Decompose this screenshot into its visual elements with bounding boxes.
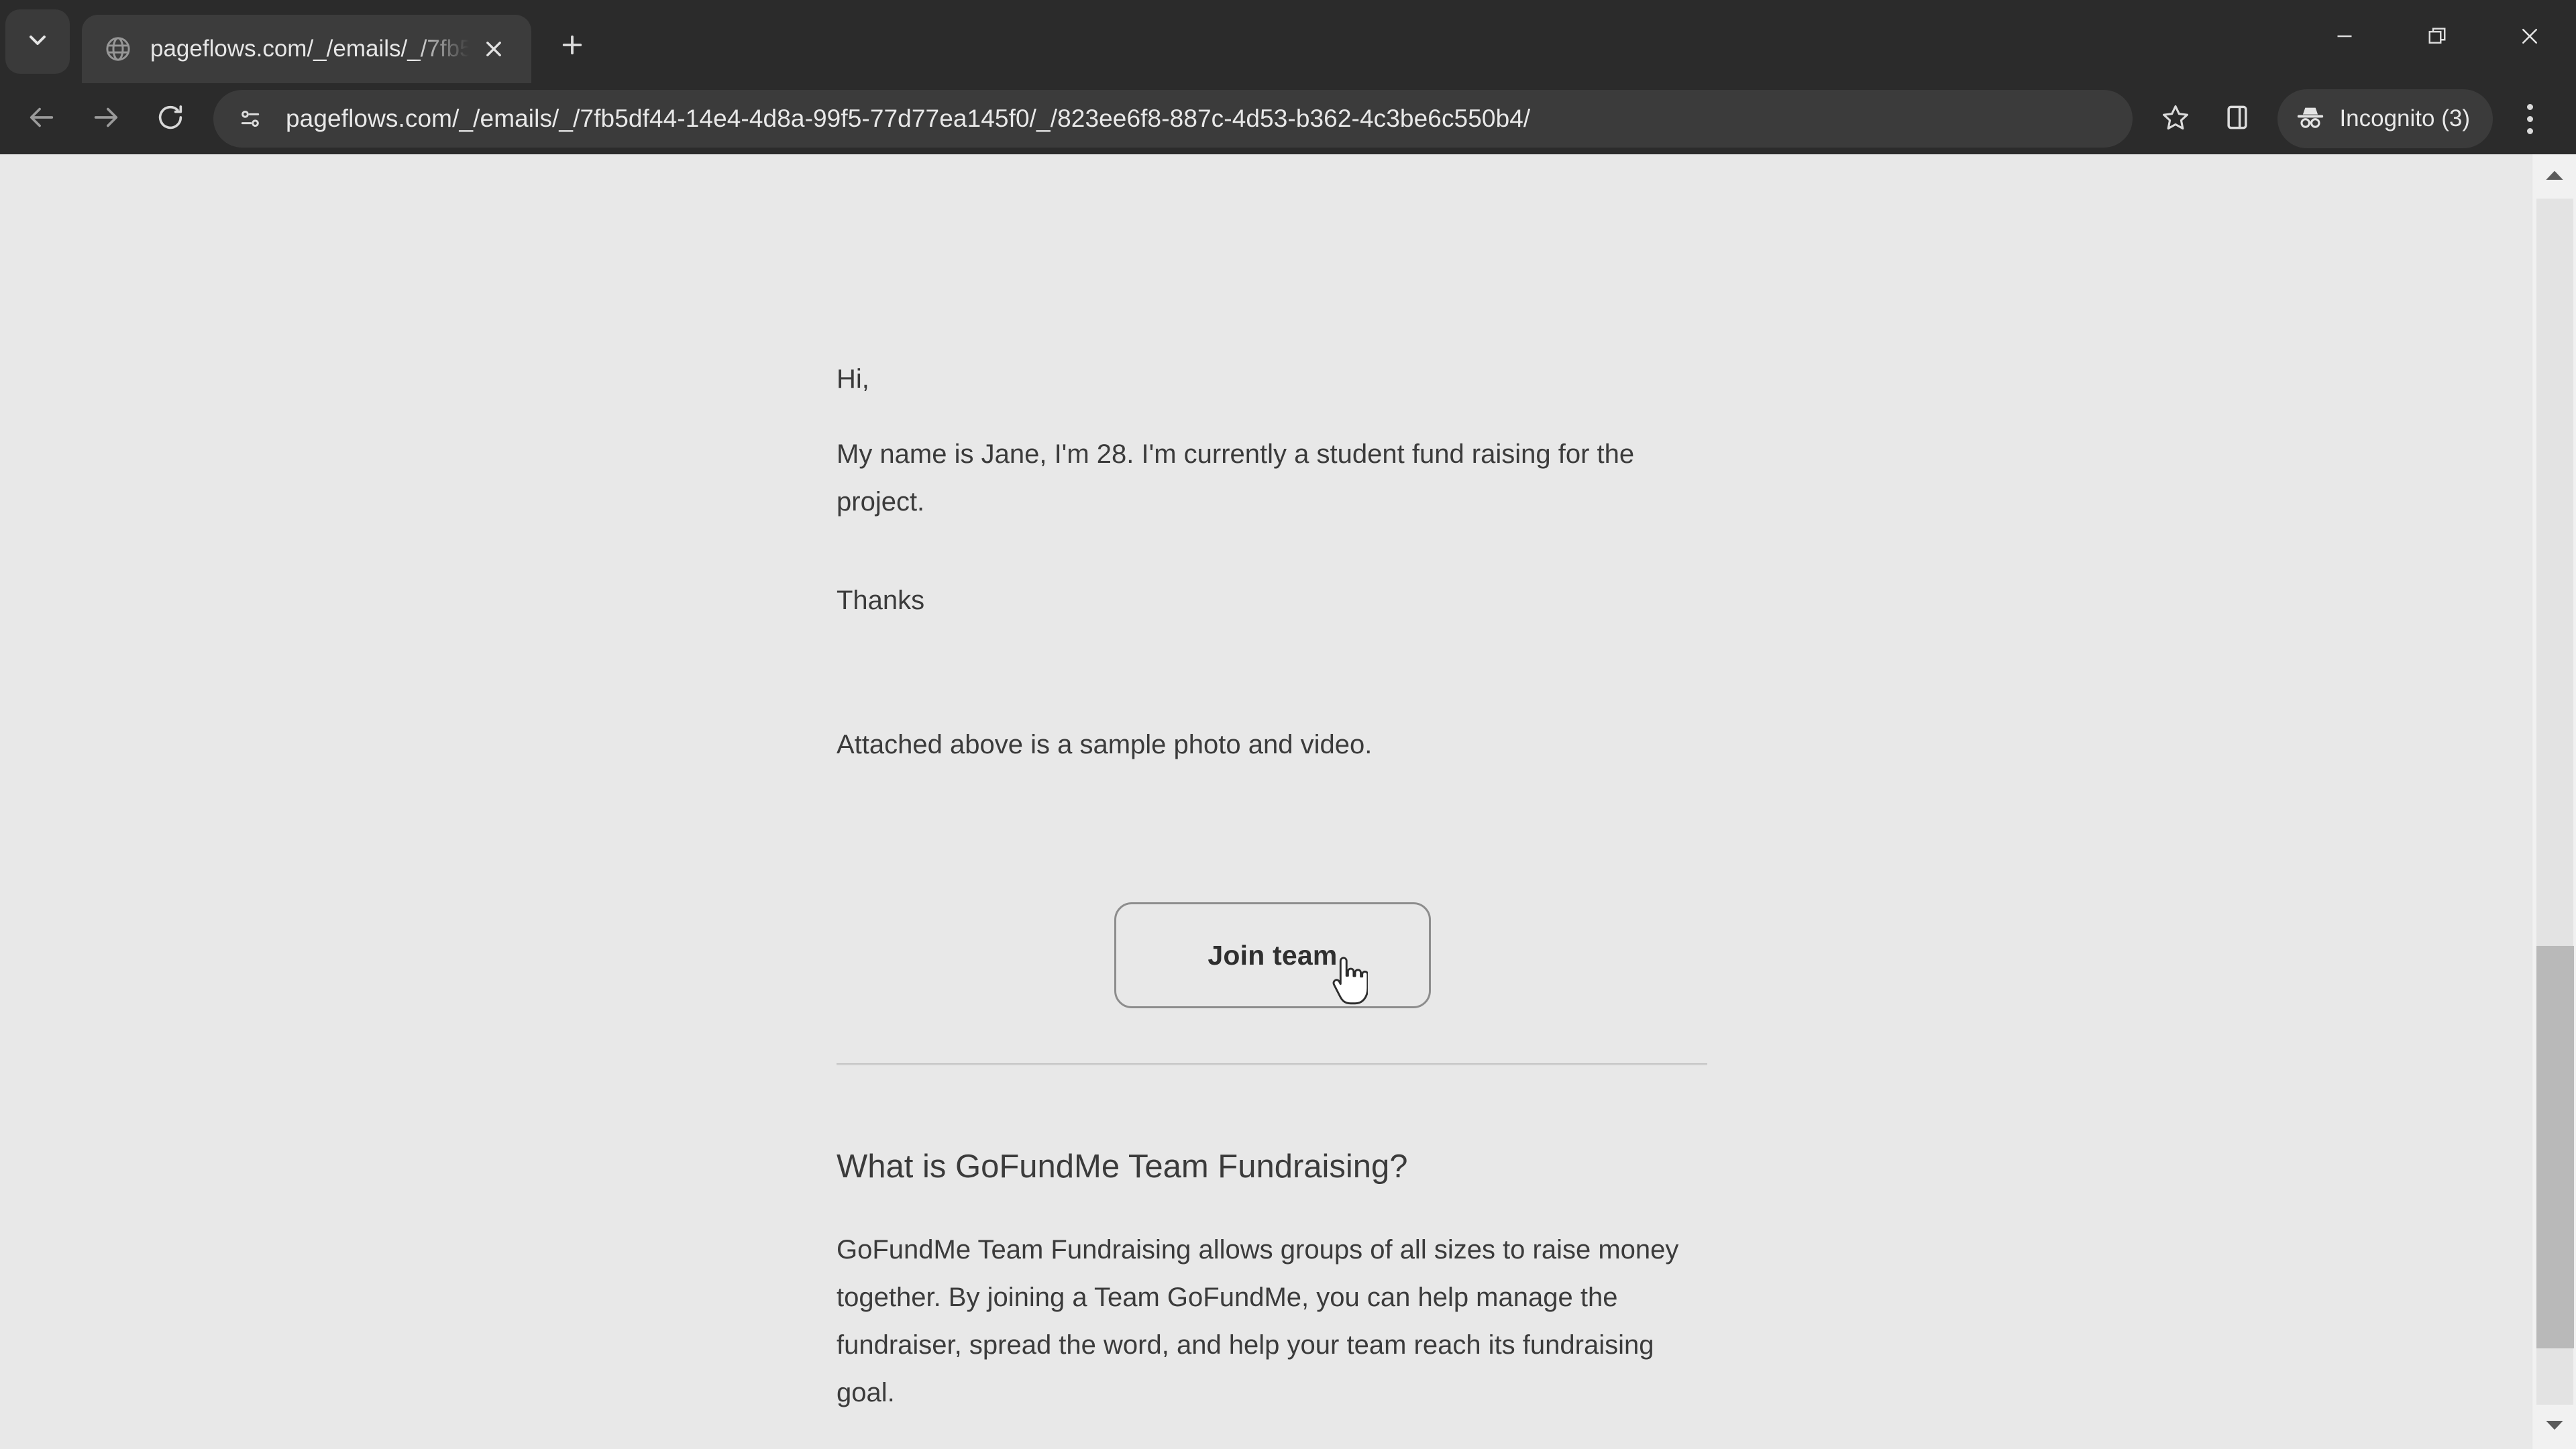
three-dot-menu-icon	[2526, 127, 2533, 134]
tab-search-button[interactable]	[5, 9, 70, 74]
browser-tab[interactable]: pageflows.com/_/emails/_/7fb5	[82, 15, 531, 83]
incognito-icon	[2295, 102, 2326, 136]
window-close-button[interactable]	[2483, 0, 2576, 75]
three-dot-menu-icon	[2526, 115, 2533, 122]
site-settings-icon[interactable]	[229, 98, 271, 140]
scroll-down-button[interactable]	[2532, 1405, 2576, 1449]
bookmark-button[interactable]	[2145, 88, 2206, 150]
address-bar[interactable]: pageflows.com/_/emails/_/7fb5df44-14e4-4…	[213, 90, 2133, 148]
email-intro-paragraph: My name is Jane, I'm 28. I'm currently a…	[837, 439, 1635, 517]
reload-button[interactable]	[138, 87, 203, 151]
side-panel-button[interactable]	[2206, 88, 2268, 150]
url-text: pageflows.com/_/emails/_/7fb5df44-14e4-4…	[286, 105, 1531, 132]
window-minimize-button[interactable]	[2298, 0, 2391, 75]
minimize-icon	[2332, 24, 2357, 52]
restore-icon	[2425, 24, 2449, 52]
triangle-down-icon	[2545, 1419, 2564, 1435]
incognito-indicator[interactable]: Incognito (3)	[2277, 89, 2493, 148]
star-icon	[2161, 103, 2190, 136]
window-controls	[2298, 0, 2576, 75]
scrollbar-thumb[interactable]	[2536, 946, 2574, 1348]
email-signoff: Thanks	[837, 586, 925, 615]
chevron-down-icon	[24, 27, 51, 57]
vertical-scrollbar[interactable]	[2532, 154, 2576, 1449]
page-viewport: Hi, My name is Jane, I'm 28. I'm current…	[0, 154, 2576, 1449]
scroll-up-button[interactable]	[2532, 154, 2576, 199]
arrow-right-icon	[91, 102, 121, 136]
browser-menu-button[interactable]	[2501, 88, 2559, 150]
email-page: Hi, My name is Jane, I'm 28. I'm current…	[0, 154, 2532, 1449]
three-dot-menu-icon	[2526, 103, 2533, 110]
back-button[interactable]	[9, 87, 74, 151]
tab-strip: pageflows.com/_/emails/_/7fb5	[0, 0, 2576, 83]
close-icon	[2518, 24, 2542, 52]
plus-icon	[558, 31, 586, 62]
triangle-up-icon	[2545, 169, 2564, 184]
forward-button[interactable]	[74, 87, 138, 151]
window-maximize-button[interactable]	[2391, 0, 2483, 75]
incognito-label: Incognito (3)	[2339, 105, 2470, 131]
section-heading: What is GoFundMe Team Fundraising?	[837, 1148, 1408, 1185]
globe-icon	[102, 33, 134, 65]
new-tab-button[interactable]	[546, 20, 598, 72]
email-attachment-note: Attached above is a sample photo and vid…	[837, 730, 1373, 759]
join-team-button[interactable]: Join team	[1114, 902, 1431, 1008]
section-paragraph: GoFundMe Team Fundraising allows groups …	[837, 1235, 1679, 1407]
tab-close-button[interactable]	[472, 28, 515, 70]
browser-window: pageflows.com/_/emails/_/7fb5 pageflows.…	[0, 0, 2576, 1449]
tab-title: pageflows.com/_/emails/_/7fb5	[150, 36, 472, 62]
email-greeting: Hi,	[837, 364, 869, 394]
arrow-left-icon	[26, 102, 57, 136]
browser-toolbar: pageflows.com/_/emails/_/7fb5df44-14e4-4…	[0, 83, 2576, 154]
cta-container: Join team	[837, 902, 1709, 1008]
side-panel-icon	[2222, 103, 2252, 136]
divider-top	[837, 1063, 1707, 1065]
reload-icon	[155, 102, 186, 136]
